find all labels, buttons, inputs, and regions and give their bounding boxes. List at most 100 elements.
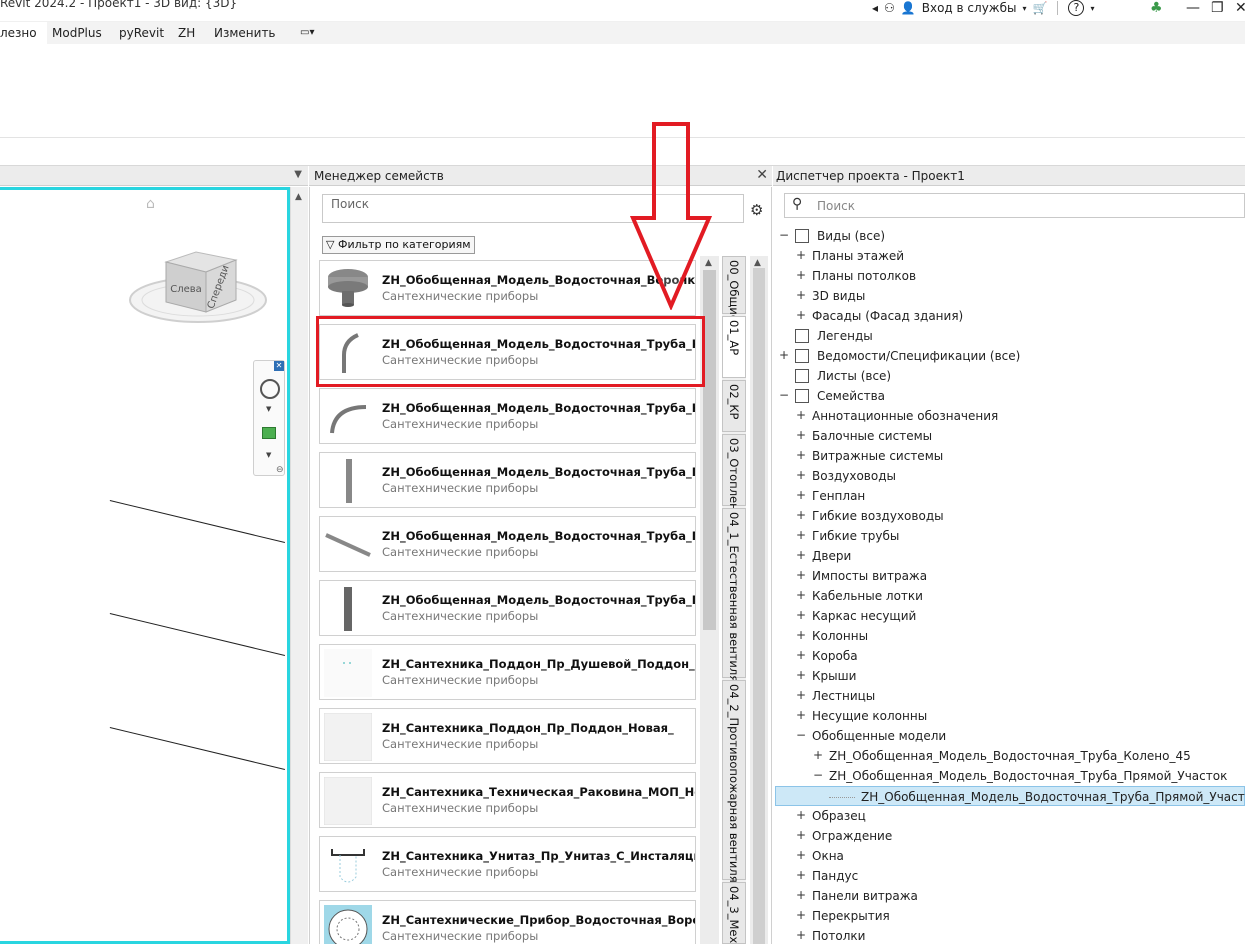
expand-icon[interactable]: +	[796, 528, 806, 542]
category-filter-toggle[interactable]: ▽ Фильтр по категориям	[322, 236, 475, 254]
collapse-icon[interactable]: −	[779, 228, 789, 242]
chevron-down-icon[interactable]: ▾	[1090, 4, 1094, 13]
tree-item[interactable]: + Балочные системы	[775, 426, 1245, 446]
close-window-icon[interactable]: ✕	[1235, 0, 1245, 16]
panel-dropdown-icon[interactable]: ▼	[294, 169, 302, 180]
chevron-down-icon[interactable]: ▾	[1022, 4, 1026, 13]
minimize-icon[interactable]: —	[1186, 0, 1200, 16]
expand-icon[interactable]: +	[796, 428, 806, 442]
expand-icon[interactable]: +	[796, 408, 806, 422]
nav-options-icon[interactable]: ⊖	[276, 465, 284, 475]
tabs-scrollbar[interactable]: ▲	[750, 256, 768, 944]
tree-item[interactable]: + Пандус	[775, 866, 1245, 886]
expand-icon[interactable]: +	[796, 928, 806, 942]
expand-icon[interactable]: +	[796, 468, 806, 482]
tree-item[interactable]: + Колонны	[775, 626, 1245, 646]
tree-item[interactable]: Листы (все)	[775, 366, 1245, 386]
expand-icon[interactable]: +	[796, 568, 806, 582]
scroll-up-icon[interactable]: ▲	[295, 192, 302, 202]
tree-item[interactable]: +3D виды	[775, 286, 1245, 306]
family-card[interactable]: ZH_Сантехника_Поддон_Пр_Поддон_Новая_ Сан…	[319, 708, 696, 764]
expand-icon[interactable]: +	[796, 588, 806, 602]
tree-item[interactable]: + Планы этажей	[775, 246, 1245, 266]
tree-item[interactable]: + Окна	[775, 846, 1245, 866]
home-icon[interactable]: ⌂	[146, 196, 155, 212]
view-vertical-scrollbar[interactable]: ▲	[290, 187, 308, 944]
collapse-icon[interactable]: −	[813, 768, 823, 782]
family-card[interactable]: ZH_Обобщенная_Модель_Водосточная_Труба_П…	[319, 452, 696, 508]
family-card[interactable]: ZH_Сантехнические_Прибор_Водосточная_Вор…	[319, 900, 696, 944]
category-tab[interactable]: 04_2_Противопожарная вентиляция	[722, 680, 746, 905]
category-tab[interactable]: 02_КР	[722, 380, 746, 432]
expand-icon[interactable]: +	[796, 248, 806, 262]
tree-item[interactable]: + Крыши	[775, 666, 1245, 686]
family-card[interactable]: ZH_Сантехника_Унитаз_Пр_Унитаз_С_Инсталя…	[319, 836, 696, 892]
expand-icon[interactable]: +	[813, 748, 823, 762]
binoculars-icon[interactable]: ⚇	[884, 1, 895, 15]
expand-icon[interactable]: +	[796, 708, 806, 722]
tree-item[interactable]: + Лестницы	[775, 686, 1245, 706]
category-tab[interactable]: 04_3_Меха	[722, 882, 746, 944]
cart-icon[interactable]: 🛒	[1033, 1, 1048, 15]
tree-item[interactable]: + Планы потолков	[775, 266, 1245, 286]
expand-icon[interactable]: +	[796, 488, 806, 502]
category-tab[interactable]: 01_АР	[722, 316, 746, 378]
expand-icon[interactable]: +	[796, 848, 806, 862]
chevron-down-icon[interactable]: ▼	[266, 451, 271, 459]
tree-item[interactable]: + Импосты витража	[775, 566, 1245, 586]
expand-icon[interactable]: +	[796, 308, 806, 322]
expand-icon[interactable]: +	[796, 888, 806, 902]
tree-item[interactable]: + Короба	[775, 646, 1245, 666]
tree-item[interactable]: + Потолки	[775, 926, 1245, 944]
expand-icon[interactable]: +	[796, 668, 806, 682]
autodesk-app-icon[interactable]: ♣	[1150, 0, 1163, 16]
expand-icon[interactable]: +	[796, 628, 806, 642]
close-icon[interactable]: ✕	[756, 167, 768, 183]
help-icon[interactable]: ?	[1068, 0, 1085, 16]
zoom-region-icon[interactable]	[262, 427, 276, 439]
ribbon-tab-active[interactable]: лезно	[0, 22, 47, 44]
tree-item[interactable]: Легенды	[775, 326, 1245, 346]
tree-item[interactable]: − Семейства	[775, 386, 1245, 406]
family-card[interactable]: ZH_Обобщенная_Модель_Водосточная_Труба_П…	[319, 516, 696, 572]
expand-icon[interactable]: +	[796, 548, 806, 562]
ribbon-tab-pyrevit[interactable]: pyRevit	[111, 22, 172, 44]
family-search-input[interactable]: Поиск	[322, 194, 744, 223]
tree-item[interactable]: + Фасады (Фасад здания)	[775, 306, 1245, 326]
category-tab[interactable]: 04_1_Естественная вентиляция	[722, 508, 746, 704]
tree-item[interactable]: + Гибкие трубы	[775, 526, 1245, 546]
ribbon-options-icon[interactable]: ▭▾	[292, 22, 322, 44]
category-tab[interactable]: 00_Общие	[722, 256, 746, 322]
tree-item[interactable]: + Ведомости/Спецификации (все)	[775, 346, 1245, 366]
family-card[interactable]: ZH_Обобщенная_Модель_Водосточная_Воронка…	[319, 260, 696, 316]
tree-item[interactable]: ZH_Обобщенная_Модель_Водосточная_Труба_П…	[775, 786, 1245, 806]
tree-item[interactable]: + Панели витража	[775, 886, 1245, 906]
tree-item[interactable]: + ZH_Обобщенная_Модель_Водосточная_Труба_…	[775, 746, 1245, 766]
tree-item[interactable]: + Аннотационные обозначения	[775, 406, 1245, 426]
collapse-icon[interactable]: −	[796, 728, 806, 742]
expand-icon[interactable]: +	[796, 828, 806, 842]
close-icon[interactable]: ✕	[274, 361, 284, 371]
tree-item[interactable]: + Гибкие воздуховоды	[775, 506, 1245, 526]
family-card[interactable]: ZH_Обобщенная_Модель_Водосточная_Труба_П…	[319, 580, 696, 636]
tree-item[interactable]: + Витражные системы	[775, 446, 1245, 466]
family-card[interactable]: ZH_Сантехника_Техническая_Раковина_МОП_Н…	[319, 772, 696, 828]
expand-icon[interactable]: +	[796, 868, 806, 882]
scrollbar-thumb[interactable]	[703, 270, 716, 630]
family-card[interactable]: ZH_Обобщенная_Модель_Водосточная_Труба_К…	[319, 324, 696, 380]
expand-icon[interactable]: +	[796, 268, 806, 282]
expand-icon[interactable]: +	[796, 288, 806, 302]
ribbon-tab-modify[interactable]: Изменить	[206, 22, 284, 44]
expand-icon[interactable]: +	[796, 648, 806, 662]
tree-item[interactable]: + Каркас несущий	[775, 606, 1245, 626]
expand-icon[interactable]: +	[796, 688, 806, 702]
tree-item[interactable]: − Обобщенные модели	[775, 726, 1245, 746]
restore-icon[interactable]: ❐	[1211, 0, 1224, 16]
expand-icon[interactable]: +	[796, 908, 806, 922]
expand-icon[interactable]: +	[796, 448, 806, 462]
category-tab[interactable]: 03_Отопление	[722, 434, 746, 525]
family-list-scrollbar[interactable]: ▲	[700, 256, 719, 944]
tree-item[interactable]: + Двери	[775, 546, 1245, 566]
collapse-icon[interactable]: −	[779, 388, 789, 402]
tree-item[interactable]: − Виды (все)	[775, 226, 1245, 246]
